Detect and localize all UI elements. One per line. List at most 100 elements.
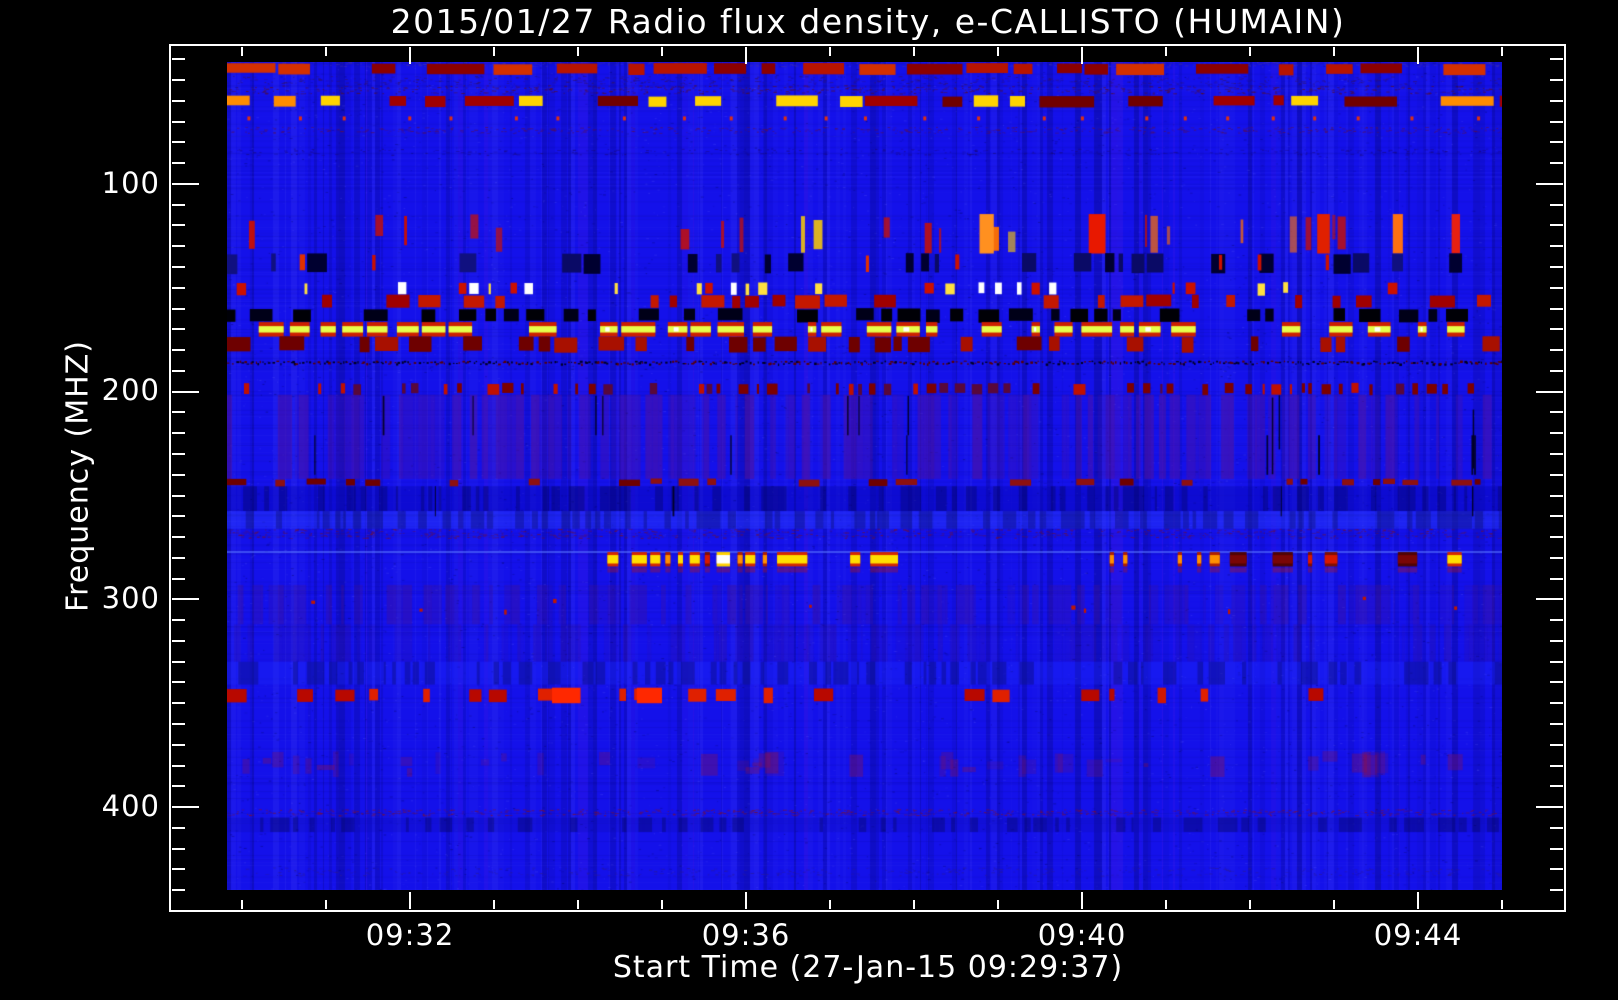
y-axis-tick-right	[1550, 577, 1563, 580]
y-axis-tick-left	[172, 266, 185, 269]
x-axis-title: Start Time (27-Jan-15 09:29:37)	[612, 950, 1124, 985]
y-axis-tick-right	[1550, 203, 1563, 206]
y-axis-tick-left	[172, 889, 185, 892]
y-axis-tick-right	[1550, 452, 1563, 455]
x-axis-tick-top	[1501, 47, 1503, 56]
y-axis-tick-right	[1550, 702, 1563, 705]
x-axis-tick-bottom	[1165, 900, 1167, 909]
x-axis-tick-top	[829, 47, 831, 56]
x-axis-tick-bottom	[1249, 900, 1251, 909]
x-tick-label-0940: 09:40	[1037, 918, 1127, 952]
x-axis-tick-bottom	[1333, 900, 1335, 909]
x-axis-tick-bottom	[661, 900, 663, 909]
y-axis-tick-right	[1550, 328, 1563, 331]
x-axis-tick-bottom	[913, 900, 915, 909]
y-axis-tick-left	[172, 328, 185, 331]
y-axis-tick-left	[172, 390, 199, 393]
y-axis-tick-left	[172, 349, 185, 352]
y-tick-label-400: 400	[101, 789, 160, 823]
x-axis-tick-bottom	[829, 900, 831, 909]
y-axis-tick-right	[1550, 286, 1563, 289]
x-axis-tick-top	[745, 47, 747, 64]
y-axis-title: Frequency (MHZ)	[60, 340, 96, 612]
y-axis-tick-right	[1550, 743, 1563, 746]
x-axis-tick-top	[409, 47, 411, 64]
y-axis-tick-right	[1550, 58, 1563, 61]
y-axis-tick-left	[172, 79, 185, 82]
y-axis-tick-right	[1550, 411, 1563, 414]
x-axis-tick-bottom	[493, 900, 495, 909]
y-axis-tick-right	[1536, 806, 1563, 809]
y-axis-tick-left	[172, 660, 185, 663]
y-axis-tick-right	[1550, 162, 1563, 165]
x-axis-tick-bottom	[577, 900, 579, 909]
x-tick-label-0932: 09:32	[365, 918, 455, 952]
y-axis-tick-right	[1550, 245, 1563, 248]
plot-title: 2015/01/27 Radio flux density, e-CALLIST…	[390, 2, 1346, 41]
y-axis-tick-right	[1550, 120, 1563, 123]
y-axis-tick-right	[1536, 390, 1563, 393]
y-axis-tick-left	[172, 120, 185, 123]
y-axis-tick-left	[172, 473, 185, 476]
x-axis-tick-top	[913, 47, 915, 56]
y-axis-tick-right	[1550, 889, 1563, 892]
x-axis-tick-top	[1081, 47, 1083, 64]
x-tick-label-0936: 09:36	[701, 918, 791, 952]
y-axis-tick-left	[172, 182, 199, 185]
y-axis-tick-right	[1550, 307, 1563, 310]
x-axis-tick-top	[241, 47, 243, 56]
y-axis-tick-left	[172, 515, 185, 518]
x-axis-tick-top	[1165, 47, 1167, 56]
y-axis-tick-left	[172, 702, 185, 705]
y-axis-tick-right	[1536, 598, 1563, 601]
y-axis-tick-left	[172, 245, 185, 248]
x-axis-tick-bottom	[1501, 900, 1503, 909]
y-axis-tick-left	[172, 141, 185, 144]
y-axis-tick-left	[172, 868, 185, 871]
x-axis-tick-bottom	[997, 900, 999, 909]
y-axis-tick-right	[1550, 868, 1563, 871]
y-axis-tick-right	[1550, 141, 1563, 144]
y-axis-tick-left	[172, 806, 199, 809]
y-axis-tick-right	[1550, 349, 1563, 352]
y-axis-tick-right	[1550, 847, 1563, 850]
y-axis-tick-right	[1550, 723, 1563, 726]
y-axis-tick-right	[1550, 224, 1563, 227]
y-axis-tick-left	[172, 764, 185, 767]
y-axis-tick-right	[1550, 764, 1563, 767]
y-axis-tick-left	[172, 307, 185, 310]
y-axis-tick-left	[172, 743, 185, 746]
x-axis-tick-bottom	[1417, 892, 1419, 909]
y-axis-tick-left	[172, 411, 185, 414]
x-axis-tick-top	[997, 47, 999, 56]
y-axis-tick-left	[172, 286, 185, 289]
y-axis-tick-left	[172, 452, 185, 455]
y-axis-tick-left	[172, 785, 185, 788]
y-axis-tick-left	[172, 536, 185, 539]
y-tick-label-100: 100	[101, 166, 160, 200]
y-axis-tick-right	[1550, 473, 1563, 476]
y-axis-tick-right	[1550, 556, 1563, 559]
y-axis-tick-left	[172, 826, 185, 829]
x-axis-tick-bottom	[325, 900, 327, 909]
y-axis-tick-right	[1550, 660, 1563, 663]
y-axis-tick-right	[1550, 266, 1563, 269]
y-axis-tick-left	[172, 639, 185, 642]
x-axis-tick-top	[577, 47, 579, 56]
y-axis-tick-right	[1550, 515, 1563, 518]
x-axis-tick-top	[1333, 47, 1335, 56]
y-axis-tick-right	[1550, 99, 1563, 102]
x-axis-tick-bottom	[241, 900, 243, 909]
y-axis-tick-right	[1550, 826, 1563, 829]
y-axis-tick-right	[1536, 182, 1563, 185]
y-axis-tick-right	[1550, 369, 1563, 372]
y-axis-tick-left	[172, 203, 185, 206]
y-axis-tick-left	[172, 577, 185, 580]
y-axis-tick-right	[1550, 79, 1563, 82]
x-axis-tick-bottom	[409, 892, 411, 909]
y-axis-tick-left	[172, 494, 185, 497]
y-axis-tick-right	[1550, 639, 1563, 642]
y-axis-tick-left	[172, 723, 185, 726]
x-axis-tick-top	[1417, 47, 1419, 64]
x-tick-label-0944: 09:44	[1373, 918, 1463, 952]
